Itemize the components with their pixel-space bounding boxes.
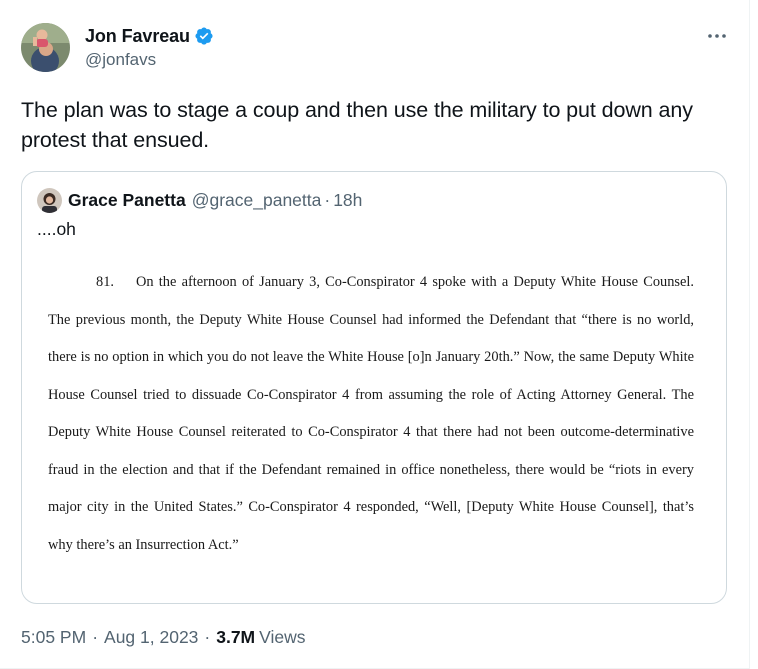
meta-separator: ·: [204, 626, 211, 647]
verified-badge-icon: [194, 26, 214, 46]
tweet-metadata: 5:05 PM · Aug 1, 2023 · 3.7M Views: [21, 624, 306, 650]
meta-separator: ·: [92, 626, 99, 647]
quoted-avatar-image: [37, 188, 62, 213]
tweet: Jon Favreau @jonfavs The plan was to sta…: [0, 0, 758, 669]
author-handle[interactable]: @jonfavs: [85, 50, 156, 70]
quoted-author-name[interactable]: Grace Panetta: [68, 190, 186, 211]
avatar-image: [21, 23, 70, 72]
quoted-tweet[interactable]: Grace Panetta @grace_panetta · 18h ....o…: [21, 171, 727, 604]
quoted-document-image[interactable]: 81. On the afternoon of January 3, Co-Con…: [48, 264, 694, 564]
author-name[interactable]: Jon Favreau: [85, 26, 190, 47]
quoted-tweet-text: ....oh: [37, 219, 76, 239]
column-border: [749, 0, 750, 669]
quoted-separator: ·: [324, 189, 331, 210]
tweet-date[interactable]: Aug 1, 2023: [104, 627, 198, 648]
author-avatar[interactable]: [21, 23, 70, 72]
quoted-timestamp[interactable]: 18h: [333, 190, 362, 211]
author-name-row: Jon Favreau: [85, 24, 214, 48]
views-count[interactable]: 3.7M: [216, 627, 255, 648]
document-paragraph-number: 81.: [96, 274, 114, 290]
tweet-time[interactable]: 5:05 PM: [21, 627, 86, 648]
more-horizontal-icon: [708, 34, 726, 38]
more-options-button[interactable]: [700, 24, 734, 48]
quoted-author-handle[interactable]: @grace_panetta: [192, 190, 322, 211]
quoted-author-avatar[interactable]: [37, 188, 62, 213]
document-paragraph-text: On the afternoon of January 3, Co-Conspi…: [48, 274, 694, 553]
quoted-tweet-header: Grace Panetta @grace_panetta · 18h: [68, 187, 362, 213]
views-label: Views: [259, 626, 306, 647]
tweet-text: The plan was to stage a coup and then us…: [21, 98, 693, 152]
